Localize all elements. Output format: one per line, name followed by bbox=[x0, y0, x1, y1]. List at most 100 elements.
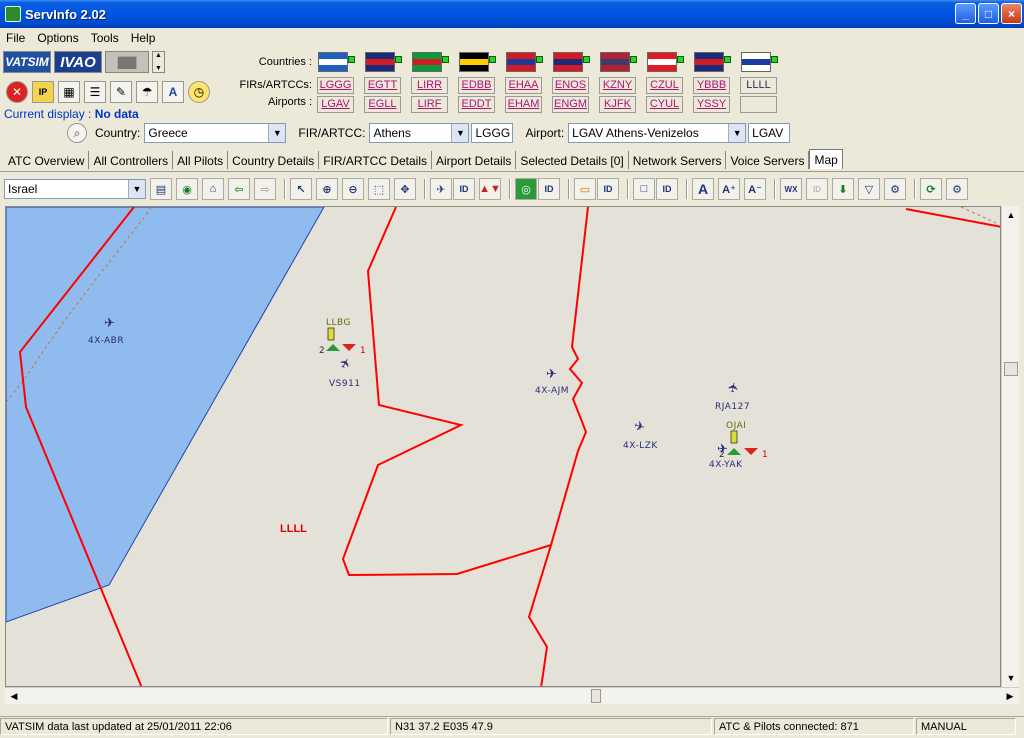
airport-button-egll[interactable]: EGLL bbox=[364, 96, 401, 113]
fir-button-czul[interactable]: CZUL bbox=[646, 77, 683, 94]
back-arrow-icon[interactable]: ⇦ bbox=[228, 178, 250, 200]
fir-boundary-icon[interactable]: ▭ bbox=[574, 178, 596, 200]
airport-button-cyul[interactable]: CYUL bbox=[646, 96, 683, 113]
forward-arrow-icon[interactable]: ⇨ bbox=[254, 178, 276, 200]
map-settings-icon[interactable]: ⚙ bbox=[946, 178, 968, 200]
maximize-button[interactable]: □ bbox=[978, 3, 999, 24]
airport-button-eham[interactable]: EHAM bbox=[505, 96, 542, 113]
weather-toggle[interactable]: WX bbox=[780, 178, 802, 200]
scroll-right-icon[interactable]: ▶ bbox=[1002, 688, 1018, 704]
weather-id-toggle[interactable]: ID bbox=[806, 178, 828, 200]
pilots-toggle-icon[interactable]: ✈ bbox=[430, 178, 452, 200]
aircraft-rja127[interactable]: ✈ RJA127 bbox=[715, 381, 750, 412]
menu-help[interactable]: Help bbox=[125, 31, 162, 45]
fir-button-lirr[interactable]: LIRR bbox=[411, 77, 448, 94]
minimize-button[interactable]: _ bbox=[955, 3, 976, 24]
fir-button-edbb[interactable]: EDBB bbox=[458, 77, 495, 94]
israel-flag[interactable] bbox=[741, 52, 778, 72]
tab-airport-details[interactable]: Airport Details bbox=[432, 151, 517, 169]
fir-button-lggg[interactable]: LGGG bbox=[317, 77, 354, 94]
fir-button-llll[interactable]: LLLL bbox=[740, 77, 777, 94]
fir-button-egtt[interactable]: EGTT bbox=[364, 77, 401, 94]
zoom-in-icon[interactable]: ⊕ bbox=[316, 178, 338, 200]
search-icon[interactable]: ⌕ bbox=[67, 123, 87, 143]
italy-flag[interactable] bbox=[412, 52, 449, 72]
airport-button-empty[interactable] bbox=[740, 96, 777, 113]
clock-icon[interactable]: ◷ bbox=[188, 81, 210, 103]
settings-icon[interactable]: ⚙ bbox=[884, 178, 906, 200]
map-region-select[interactable]: Israel ▼ bbox=[4, 179, 146, 199]
usa-flag[interactable] bbox=[600, 52, 637, 72]
aircraft-4x-ajm[interactable]: ✈ 4X-AJM bbox=[535, 366, 569, 396]
scroll-left-icon[interactable]: ◀ bbox=[6, 688, 22, 704]
tab-selected-details-0[interactable]: Selected Details [0] bbox=[516, 151, 629, 169]
canada-flag[interactable] bbox=[647, 52, 684, 72]
font-icon[interactable]: A bbox=[162, 81, 184, 103]
country-select[interactable]: Greece ▼ bbox=[144, 123, 287, 143]
download-icon[interactable]: ⬇ bbox=[832, 178, 854, 200]
airport-button-yssy[interactable]: YSSY bbox=[693, 96, 730, 113]
tab-network-servers[interactable]: Network Servers bbox=[629, 151, 727, 169]
tab-all-controllers[interactable]: All Controllers bbox=[89, 151, 174, 169]
fir-code-field[interactable]: LGGG bbox=[471, 123, 514, 143]
tab-country-details[interactable]: Country Details bbox=[228, 151, 320, 169]
uk-flag[interactable] bbox=[365, 52, 402, 72]
airport-marker-llbg[interactable]: LLBG 2 1 bbox=[319, 318, 366, 356]
airport-button-lirf[interactable]: LIRF bbox=[411, 96, 448, 113]
disconnect-icon[interactable]: ✕ bbox=[6, 81, 28, 103]
horizontal-scrollbar[interactable]: ◀ ▶ bbox=[5, 687, 1019, 704]
other-network-button[interactable]: ▇▇ bbox=[105, 51, 149, 73]
chevron-down-icon[interactable]: ▼ bbox=[128, 180, 145, 198]
filter-icon[interactable]: ▽ bbox=[858, 178, 880, 200]
tab-all-pilots[interactable]: All Pilots bbox=[173, 151, 229, 169]
zoom-out-icon[interactable]: ⊖ bbox=[342, 178, 364, 200]
germany-flag[interactable] bbox=[459, 52, 496, 72]
fir-button-ehaa[interactable]: EHAA bbox=[505, 77, 542, 94]
list-icon[interactable]: ☰ bbox=[84, 81, 106, 103]
pilot-id-toggle[interactable]: ID bbox=[453, 178, 475, 200]
scroll-thumb[interactable] bbox=[1004, 362, 1018, 376]
airport-button-lgav[interactable]: LGAV bbox=[317, 96, 354, 113]
airport-id-toggle[interactable]: ID bbox=[656, 178, 678, 200]
tab-map[interactable]: Map bbox=[809, 149, 843, 169]
map-view[interactable]: LLLL LLBG 2 1 OJAI 2 1 ✈ 4X-ABR ✈ VS911 bbox=[5, 206, 1001, 687]
fir-button-enos[interactable]: ENOS bbox=[552, 77, 589, 94]
aircraft-4x-yak[interactable]: ✈ 4X-YAK bbox=[709, 441, 743, 470]
font-increase-icon[interactable]: A⁺ bbox=[718, 178, 740, 200]
fir-button-ybbb[interactable]: YBBB bbox=[693, 77, 730, 94]
scroll-up-icon[interactable]: ▲ bbox=[1003, 207, 1019, 223]
airport-button-engm[interactable]: ENGM bbox=[552, 96, 589, 113]
font-decrease-icon[interactable]: A⁻ bbox=[744, 178, 766, 200]
airport-select[interactable]: LGAV Athens-Venizelos ▼ bbox=[568, 123, 747, 143]
greece-flag[interactable] bbox=[318, 52, 355, 72]
network-spinner[interactable]: ▲ ▼ bbox=[152, 51, 165, 73]
tab-fir-artcc-details[interactable]: FIR/ARTCC Details bbox=[319, 151, 432, 169]
fir-button-kzny[interactable]: KZNY bbox=[599, 77, 636, 94]
australia-flag[interactable] bbox=[694, 52, 731, 72]
menu-tools[interactable]: Tools bbox=[85, 31, 125, 45]
tab-atc-overview[interactable]: ATC Overview bbox=[4, 151, 90, 169]
vatsim-button[interactable]: VATSIM bbox=[3, 51, 51, 73]
netherlands-flag[interactable] bbox=[506, 52, 543, 72]
pan-icon[interactable]: ✥ bbox=[394, 178, 416, 200]
ip-icon[interactable]: IP bbox=[32, 81, 54, 103]
ivao-button[interactable]: IVAO bbox=[54, 51, 102, 73]
airport-button-eddt[interactable]: EDDT bbox=[458, 96, 495, 113]
chevron-down-icon[interactable]: ▼ bbox=[451, 124, 469, 142]
tab-voice-servers[interactable]: Voice Servers bbox=[726, 151, 810, 169]
aircraft-vs911[interactable]: ✈ VS911 bbox=[329, 355, 361, 389]
message-icon[interactable]: ✎ bbox=[110, 81, 132, 103]
map-canvas[interactable]: LLLL LLBG 2 1 OJAI 2 1 ✈ 4X-ABR ✈ VS911 bbox=[6, 207, 1001, 687]
fir-id-toggle[interactable]: ID bbox=[597, 178, 619, 200]
select-pointer-icon[interactable]: ↖ bbox=[290, 178, 312, 200]
atc-toggle-icon[interactable]: ◎ bbox=[515, 178, 537, 200]
map-properties-icon[interactable]: ▤ bbox=[150, 178, 172, 200]
arrivals-departures-icon[interactable]: ▲▼ bbox=[479, 178, 501, 200]
aircraft-4x-lzk[interactable]: ✈ 4X-LZK bbox=[623, 418, 658, 451]
weather-icon[interactable]: ☂ bbox=[136, 81, 158, 103]
close-button[interactable]: × bbox=[1001, 3, 1022, 24]
atc-id-toggle[interactable]: ID bbox=[538, 178, 560, 200]
menu-options[interactable]: Options bbox=[31, 31, 84, 45]
scroll-down-icon[interactable]: ▼ bbox=[1003, 670, 1019, 686]
menu-file[interactable]: File bbox=[0, 31, 31, 45]
